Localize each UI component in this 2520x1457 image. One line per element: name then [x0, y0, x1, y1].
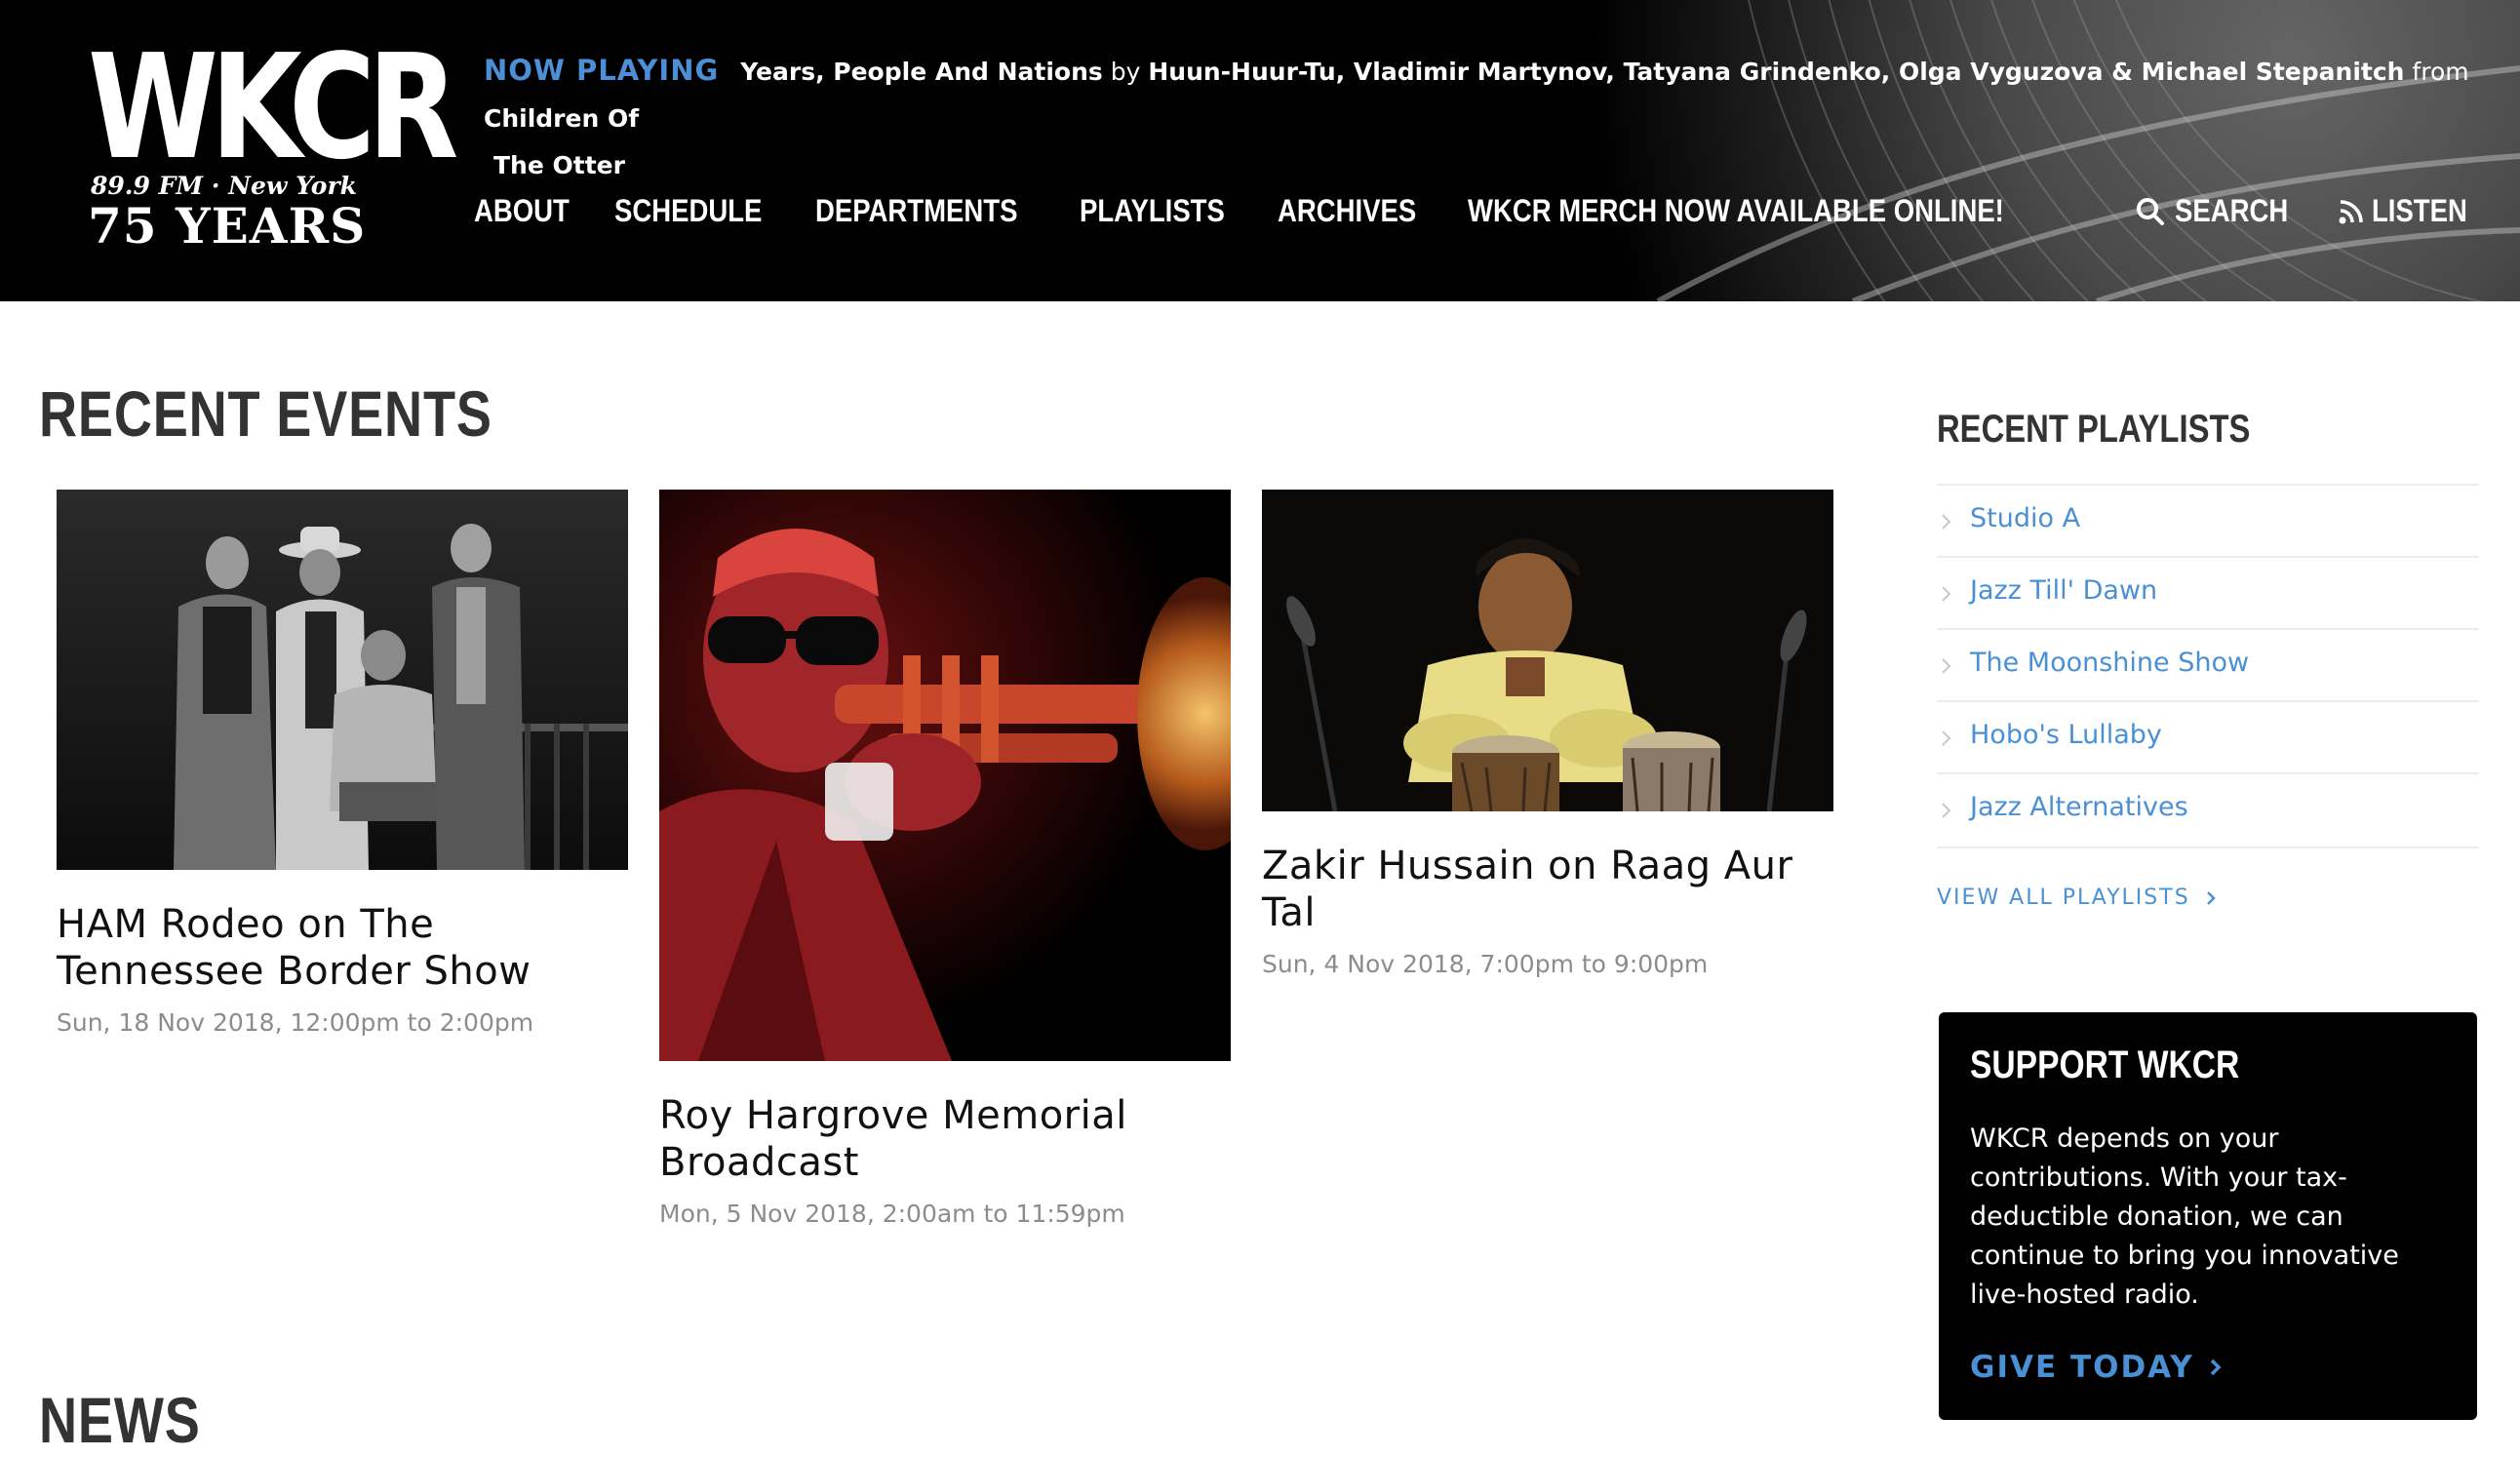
nav-merch[interactable]: WKCR MERCH NOW AVAILABLE ONLINE!	[1468, 193, 2004, 229]
event-date: Sun, 18 Nov 2018, 12:00pm to 2:00pm	[57, 1008, 534, 1037]
playlist-label: Jazz Till' Dawn	[1970, 575, 2158, 606]
news-heading: NEWS	[39, 1384, 201, 1456]
now-playing-bar: NOW PLAYING Years, People And Nations by…	[484, 47, 2473, 189]
listen-label: LISTEN	[2372, 193, 2467, 228]
site-header: WKCR 89.9 FM · New York 75 YEARS NOW PLA…	[0, 0, 2520, 301]
playlist-label: Jazz Alternatives	[1970, 792, 2188, 822]
playlist-label: Studio A	[1970, 503, 2081, 533]
search-label: SEARCH	[2175, 193, 2289, 228]
playlist-item-jazz-till-dawn[interactable]: Jazz Till' Dawn	[1937, 556, 2479, 630]
chevron-right-icon	[1942, 514, 1951, 530]
playlist-item-hobos-lullaby[interactable]: Hobo's Lullaby	[1937, 700, 2479, 774]
chevron-right-icon	[2210, 1359, 2222, 1376]
playlist-label: The Moonshine Show	[1970, 648, 2250, 678]
nav-schedule[interactable]: SCHEDULE	[614, 193, 762, 229]
chevron-right-icon	[2206, 890, 2216, 905]
search-button[interactable]: SEARCH	[2136, 193, 2306, 229]
chevron-right-icon	[1942, 803, 1951, 818]
main-nav: ABOUT SCHEDULE DEPARTMENTS PLAYLISTS ARC…	[474, 193, 2092, 229]
event-image-roy-hargrove[interactable]	[659, 490, 1231, 1061]
support-text: WKCR depends on your contributions. With…	[1970, 1123, 2399, 1310]
give-today-link[interactable]: GIVE TODAY	[1970, 1350, 2224, 1385]
event-date: Sun, 4 Nov 2018, 7:00pm to 9:00pm	[1262, 950, 1709, 978]
event-image-zakir-hussain[interactable]	[1262, 490, 1833, 811]
logo-frequency: 89.9 FM · New York	[91, 172, 357, 200]
band-photo	[57, 490, 628, 870]
search-icon	[2137, 197, 2164, 225]
wkcr-logo[interactable]: WKCR 89.9 FM · New York 75 YEARS	[88, 35, 458, 257]
event-title[interactable]: HAM Rodeo on The Tennessee Border Show	[57, 901, 628, 995]
rss-icon	[2339, 199, 2363, 223]
now-playing-album: Children Of	[484, 104, 640, 133]
playlist-item-jazz-alternatives[interactable]: Jazz Alternatives	[1937, 772, 2479, 847]
listen-button[interactable]: LISTEN	[2339, 193, 2483, 229]
now-playing-artists: Huun-Huur-Tu, Vladimir Martynov, Tatyana…	[1148, 58, 2405, 86]
logo-wordmark: WKCR	[88, 23, 458, 191]
recent-playlists-heading: RECENT PLAYLISTS	[1937, 408, 2251, 451]
nav-about[interactable]: ABOUT	[474, 193, 570, 229]
nav-archives[interactable]: ARCHIVES	[1278, 193, 1416, 229]
nav-playlists[interactable]: PLAYLISTS	[1080, 193, 1225, 229]
playlist-divider	[1937, 847, 2479, 848]
support-panel: SUPPORT WKCR WKCR depends on your contri…	[1939, 1012, 2477, 1420]
now-playing-album-continued: The Otter	[493, 151, 625, 179]
now-playing-from: from	[2412, 58, 2469, 86]
support-heading: SUPPORT WKCR	[1970, 1044, 2240, 1086]
chevron-right-icon	[1942, 730, 1951, 746]
playlist-item-moonshine-show[interactable]: The Moonshine Show	[1937, 628, 2479, 702]
trumpet-player-photo	[659, 490, 1231, 1061]
playlist-item-studio-a[interactable]: Studio A	[1937, 484, 2479, 558]
now-playing-track: Years, People And Nations	[740, 58, 1103, 86]
event-image-ham-rodeo[interactable]	[57, 490, 628, 870]
give-today-label: GIVE TODAY	[1970, 1350, 2194, 1385]
tabla-player-photo	[1262, 490, 1833, 811]
event-title[interactable]: Zakir Hussain on Raag Aur Tal	[1262, 843, 1833, 936]
nav-departments[interactable]: DEPARTMENTS	[815, 193, 1017, 229]
event-date: Mon, 5 Nov 2018, 2:00am to 11:59pm	[659, 1200, 1125, 1228]
event-title[interactable]: Roy Hargrove Memorial Broadcast	[659, 1092, 1231, 1186]
recent-events-heading: RECENT EVENTS	[39, 377, 492, 450]
view-all-label: VIEW ALL PLAYLISTS	[1937, 886, 2190, 910]
chevron-right-icon	[1942, 586, 1951, 602]
logo-anniversary: 75 YEARS	[88, 197, 367, 255]
chevron-right-icon	[1942, 658, 1951, 674]
view-all-playlists-link[interactable]: VIEW ALL PLAYLISTS	[1937, 886, 2218, 910]
playlist-label: Hobo's Lullaby	[1970, 720, 2162, 750]
now-playing-label: NOW PLAYING	[484, 54, 720, 87]
now-playing-by: by	[1110, 58, 1141, 86]
